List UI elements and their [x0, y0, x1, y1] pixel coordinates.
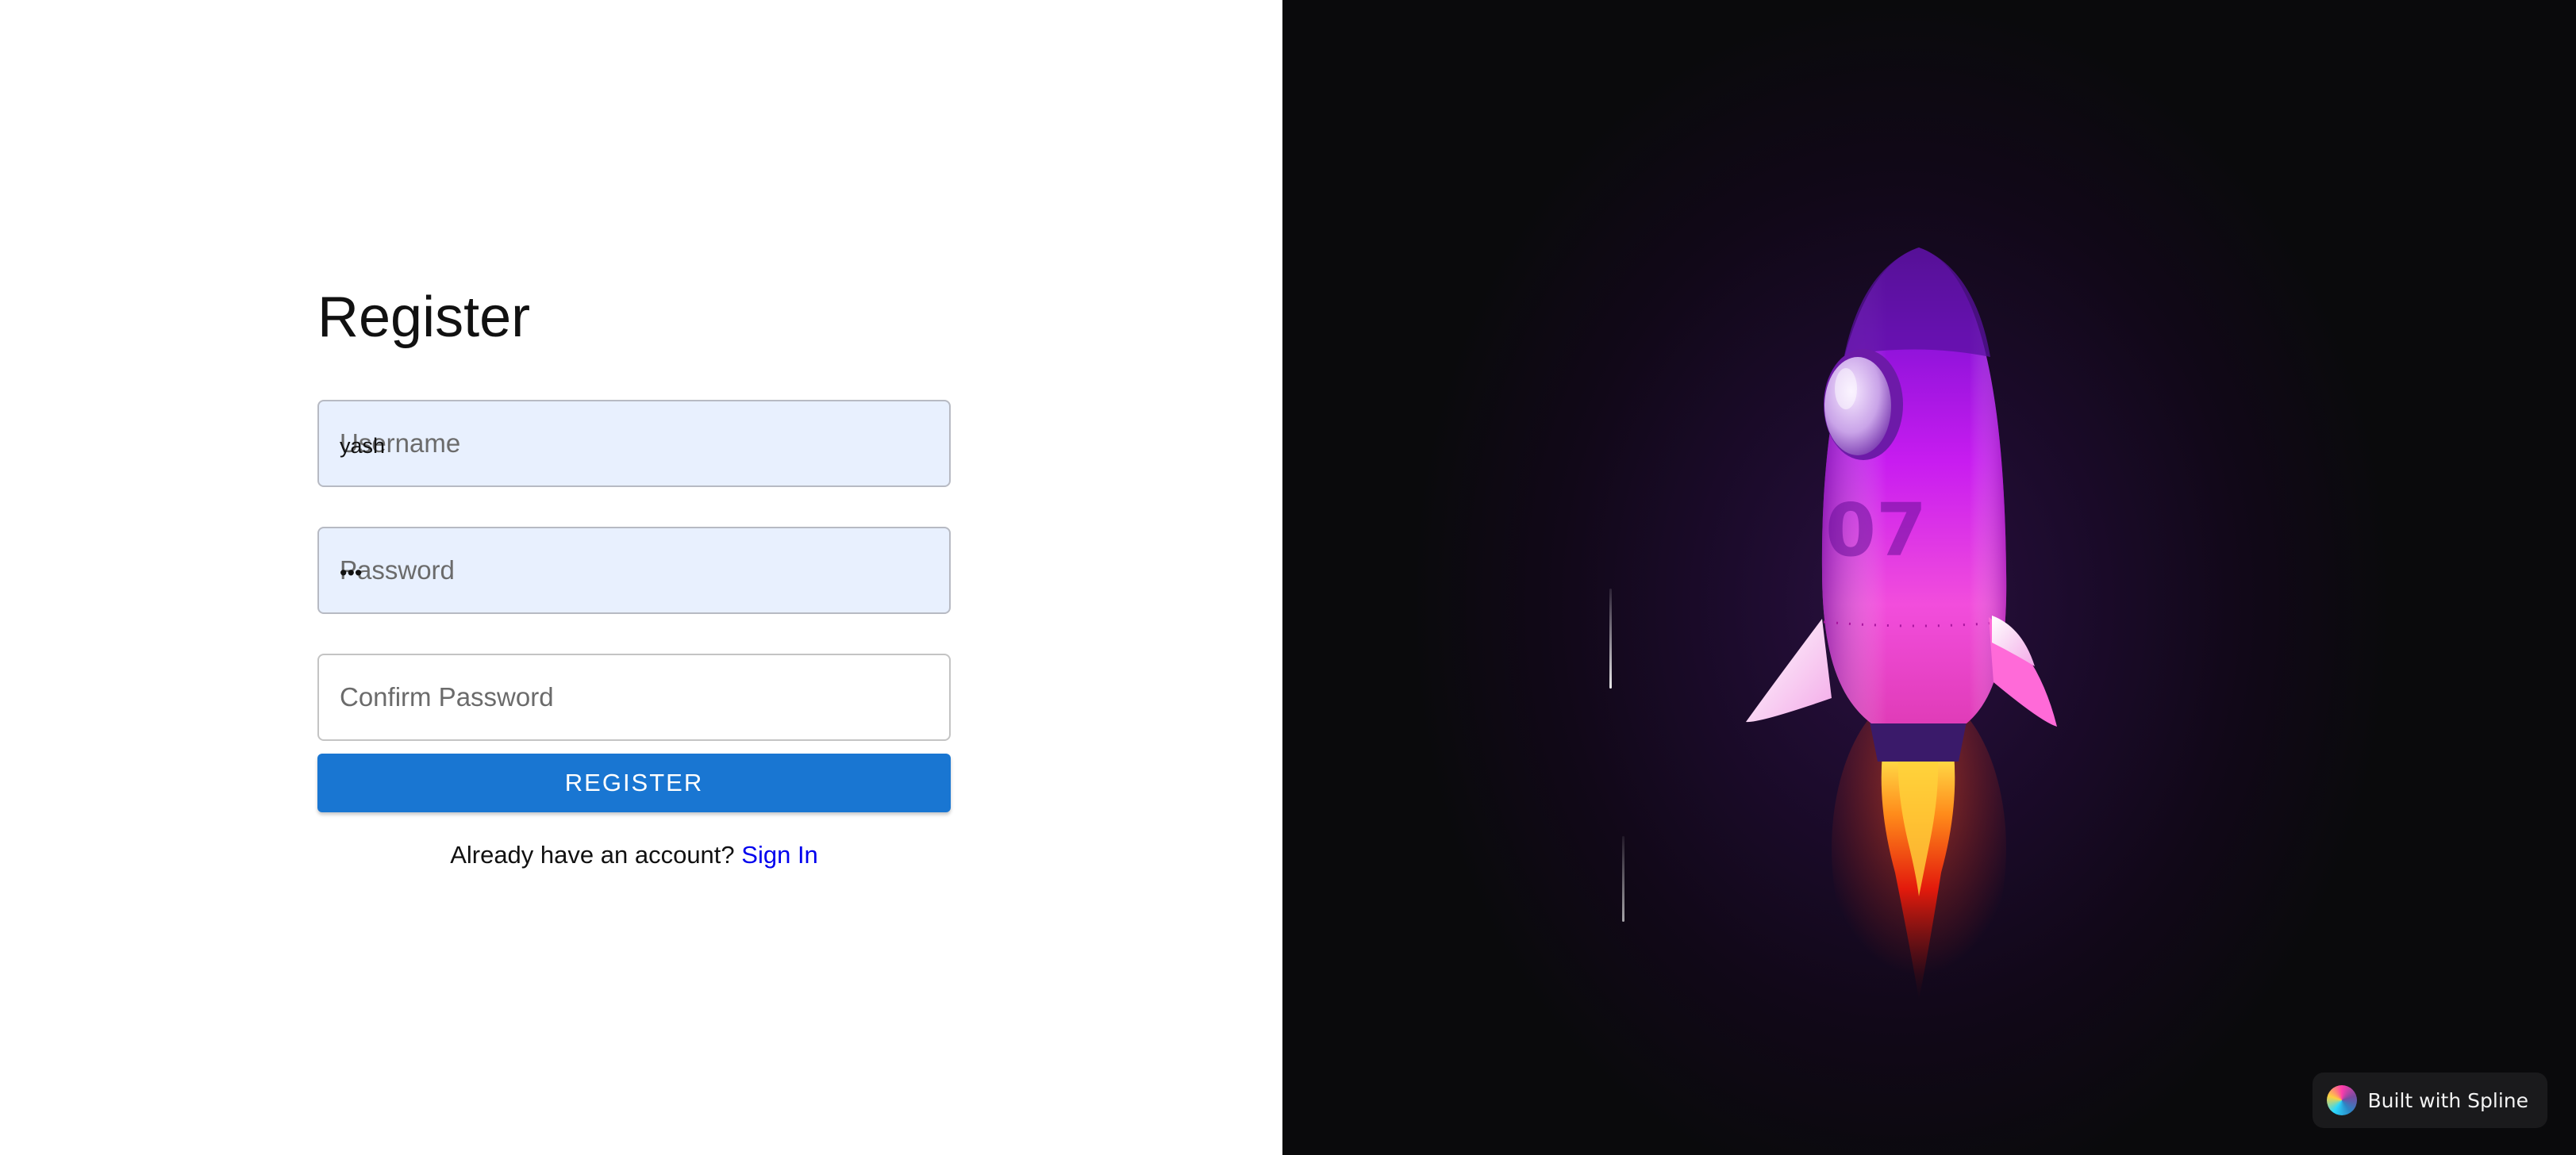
spline-scene[interactable]: 07 Built with Spline: [1282, 0, 2576, 1155]
password-field[interactable]: Password •••: [317, 527, 951, 614]
page: Register Username yash Password ••• Conf…: [0, 0, 2576, 1155]
register-panel: Register Username yash Password ••• Conf…: [0, 0, 1282, 1155]
signin-prompt: Already have an account?: [450, 841, 735, 869]
spline-badge-text: Built with Spline: [2367, 1088, 2528, 1112]
username-field[interactable]: Username yash: [317, 400, 951, 487]
register-form: Register Username yash Password ••• Conf…: [317, 279, 951, 869]
rocket-number: 07: [1825, 488, 1927, 573]
password-value: •••: [340, 561, 363, 585]
signin-row: Already have an account? Sign In: [317, 841, 951, 869]
confirm-password-field[interactable]: Confirm Password: [317, 654, 951, 741]
signin-link[interactable]: Sign In: [741, 841, 818, 869]
rocket-illustration: 07: [1746, 248, 2057, 1000]
built-with-spline-badge[interactable]: Built with Spline: [2312, 1072, 2547, 1128]
speed-streak: [1622, 836, 1624, 922]
page-title: Register: [317, 286, 531, 349]
speed-streak: [1609, 589, 1612, 689]
spline-logo-icon: [2326, 1085, 2357, 1115]
confirm-password-placeholder: Confirm Password: [340, 682, 554, 712]
register-button[interactable]: REGISTER: [317, 754, 951, 812]
username-value: yash: [340, 434, 386, 458]
